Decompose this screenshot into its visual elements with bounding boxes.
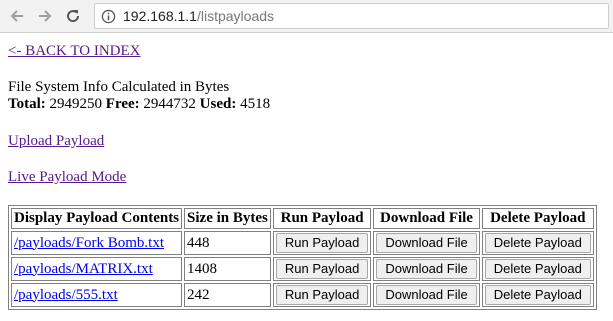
used-label: Used: xyxy=(199,96,237,112)
payloads-table: Display Payload Contents Size in Bytes R… xyxy=(8,205,597,310)
reload-icon xyxy=(67,10,80,23)
table-row: /payloads/555.txt 242 Run Payload Downlo… xyxy=(11,283,594,307)
run-payload-button[interactable]: Run Payload xyxy=(275,285,369,305)
download-file-button[interactable]: Download File xyxy=(376,259,477,279)
url-path: /listpayloads xyxy=(196,8,275,24)
info-icon[interactable] xyxy=(101,9,116,24)
table-row: /payloads/MATRIX.txt 1408 Run Payload Do… xyxy=(11,257,594,281)
url-host: 192.168.1.1 xyxy=(123,8,197,24)
header-delete: Delete Payload xyxy=(481,208,594,229)
used-value: 4518 xyxy=(240,96,271,112)
table-header-row: Display Payload Contents Size in Bytes R… xyxy=(11,208,594,229)
delete-payload-button[interactable]: Delete Payload xyxy=(484,233,591,253)
table-row: /payloads/Fork Bomb.txt 448 Run Payload … xyxy=(11,231,594,255)
header-download: Download File xyxy=(373,208,480,229)
free-label: Free: xyxy=(105,96,140,112)
header-size: Size in Bytes xyxy=(184,208,271,229)
filesystem-info: File System Info Calculated in Bytes Tot… xyxy=(8,79,270,113)
free-value: 2944732 xyxy=(143,96,196,112)
run-payload-button[interactable]: Run Payload xyxy=(275,259,369,279)
total-label: Total: xyxy=(8,96,46,112)
download-file-button[interactable]: Download File xyxy=(376,285,477,305)
header-display-contents: Display Payload Contents xyxy=(11,208,183,229)
back-to-index-link[interactable]: <- BACK TO INDEX xyxy=(8,43,141,60)
arrow-left-icon xyxy=(10,10,23,22)
total-value: 2949250 xyxy=(49,96,103,112)
live-payload-mode-link[interactable]: Live Payload Mode xyxy=(8,169,126,186)
payload-size: 448 xyxy=(184,231,271,255)
fs-stats: Total: 2949250 Free: 2944732 Used: 4518 xyxy=(8,96,270,113)
address-bar[interactable]: 192.168.1.1/listpayloads xyxy=(94,3,609,29)
payload-size: 1408 xyxy=(184,257,271,281)
download-file-button[interactable]: Download File xyxy=(376,233,477,253)
payload-size: 242 xyxy=(184,283,271,307)
reload-button[interactable] xyxy=(62,5,84,27)
fs-heading: File System Info Calculated in Bytes xyxy=(8,79,230,95)
run-payload-button[interactable]: Run Payload xyxy=(275,233,369,253)
back-button[interactable] xyxy=(6,5,28,27)
payload-link[interactable]: /payloads/555.txt xyxy=(14,287,118,303)
forward-button[interactable] xyxy=(34,5,56,27)
payload-link[interactable]: /payloads/MATRIX.txt xyxy=(14,261,153,277)
header-run: Run Payload xyxy=(272,208,372,229)
delete-payload-button[interactable]: Delete Payload xyxy=(484,285,591,305)
delete-payload-button[interactable]: Delete Payload xyxy=(484,259,591,279)
browser-toolbar: 192.168.1.1/listpayloads xyxy=(0,0,613,33)
arrow-right-icon xyxy=(39,10,52,22)
payload-link[interactable]: /payloads/Fork Bomb.txt xyxy=(14,235,164,251)
upload-payload-link[interactable]: Upload Payload xyxy=(8,133,104,150)
